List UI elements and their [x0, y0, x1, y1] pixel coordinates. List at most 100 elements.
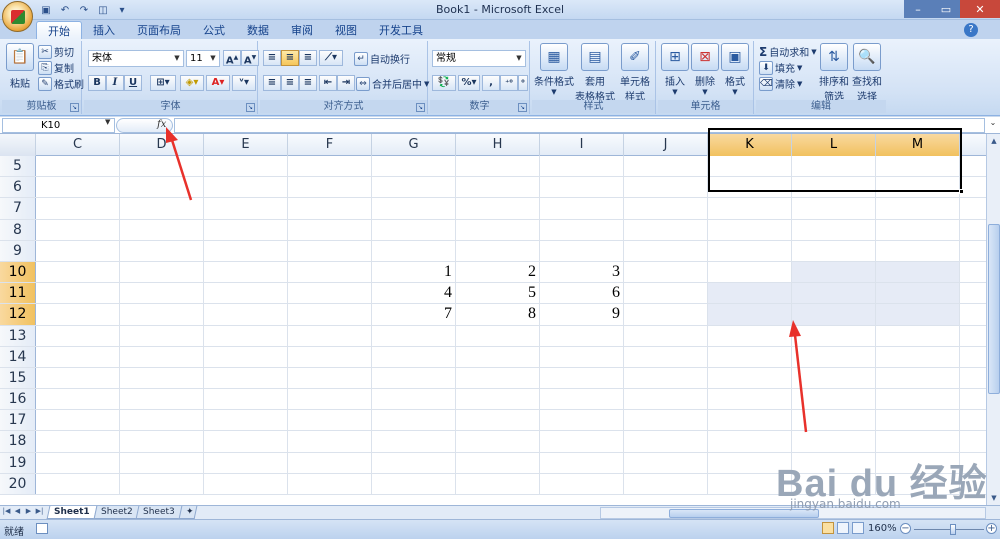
- cell-d20[interactable]: [120, 473, 204, 494]
- cell-j7[interactable]: [624, 198, 708, 219]
- cell-j16[interactable]: [624, 389, 708, 410]
- row-header-8[interactable]: 8: [0, 219, 36, 240]
- merge-center-button[interactable]: ⇔ 合并后居中 ▼: [356, 76, 429, 91]
- autosum-button[interactable]: Σ 自动求和 ▼: [759, 44, 817, 60]
- cell-m14[interactable]: [876, 346, 960, 367]
- row-header-20[interactable]: 20: [0, 473, 36, 494]
- cell-k9[interactable]: [708, 240, 792, 261]
- find-select-button[interactable]: 🔍 查找和 选择: [851, 43, 883, 103]
- sheet-tab-sheet3[interactable]: Sheet3: [136, 506, 183, 519]
- cell-f6[interactable]: [288, 177, 372, 198]
- cell-l15[interactable]: [792, 367, 876, 389]
- cell-m11[interactable]: [876, 283, 960, 304]
- cell-i10[interactable]: 3: [540, 261, 624, 283]
- column-header-d[interactable]: D: [120, 134, 204, 156]
- cell-l16[interactable]: [792, 389, 876, 410]
- cell-l10[interactable]: [792, 261, 876, 283]
- page-layout-view-icon[interactable]: [837, 522, 849, 534]
- cell-m13[interactable]: [876, 325, 960, 346]
- cell-f8[interactable]: [288, 219, 372, 240]
- cell-i16[interactable]: [540, 389, 624, 410]
- clipboard-launcher-icon[interactable]: ↘: [70, 103, 79, 112]
- cell-e10[interactable]: [204, 261, 288, 283]
- cell-f16[interactable]: [288, 389, 372, 410]
- zoom-slider-track[interactable]: [914, 529, 984, 530]
- cell-g18[interactable]: [372, 431, 456, 452]
- cell-h8[interactable]: [456, 219, 540, 240]
- column-header-h[interactable]: H: [456, 134, 540, 156]
- format-cells-button[interactable]: ▣ 格式 ▼: [720, 43, 750, 96]
- cell-d16[interactable]: [120, 389, 204, 410]
- maximize-button[interactable]: ▭: [932, 0, 960, 18]
- cell-i18[interactable]: [540, 431, 624, 452]
- cell-i5[interactable]: [540, 156, 624, 177]
- cut-button[interactable]: ✂ 剪切: [38, 44, 74, 59]
- cell-g10[interactable]: 1: [372, 261, 456, 283]
- insert-cells-button[interactable]: ⊞ 插入 ▼: [660, 43, 690, 96]
- delete-cells-button[interactable]: ⊠ 删除 ▼: [690, 43, 720, 96]
- cell-h5[interactable]: [456, 156, 540, 177]
- cell-k7[interactable]: [708, 198, 792, 219]
- scroll-up-icon[interactable]: ▲: [987, 134, 1000, 148]
- cell-l17[interactable]: [792, 410, 876, 431]
- phonetic-button[interactable]: ᵛ▾: [232, 75, 256, 91]
- cell-h12[interactable]: 8: [456, 304, 540, 325]
- tab-data[interactable]: 数据: [236, 21, 280, 40]
- cell-f7[interactable]: [288, 198, 372, 219]
- alignment-launcher-icon[interactable]: ↘: [416, 103, 425, 112]
- cell-i9[interactable]: [540, 240, 624, 261]
- cell-h19[interactable]: [456, 452, 540, 473]
- cell-f15[interactable]: [288, 367, 372, 389]
- column-header-c[interactable]: C: [36, 134, 120, 156]
- decrease-indent-button[interactable]: ⇤: [319, 75, 337, 91]
- cell-i7[interactable]: [540, 198, 624, 219]
- cell-j5[interactable]: [624, 156, 708, 177]
- cell-h20[interactable]: [456, 473, 540, 494]
- cell-k16[interactable]: [708, 389, 792, 410]
- cell-l8[interactable]: [792, 219, 876, 240]
- cell-i12[interactable]: 9: [540, 304, 624, 325]
- cell-c18[interactable]: [36, 431, 120, 452]
- cell-k11[interactable]: [708, 283, 792, 304]
- cell-e8[interactable]: [204, 219, 288, 240]
- cell-f14[interactable]: [288, 346, 372, 367]
- tab-insert[interactable]: 插入: [82, 21, 126, 40]
- grow-font-button[interactable]: A▲: [223, 50, 241, 66]
- cell-k17[interactable]: [708, 410, 792, 431]
- cell-g6[interactable]: [372, 177, 456, 198]
- cell-l11[interactable]: [792, 283, 876, 304]
- cell-m10[interactable]: [876, 261, 960, 283]
- tab-home[interactable]: 开始: [36, 21, 82, 40]
- cell-m18[interactable]: [876, 431, 960, 452]
- cell-g15[interactable]: [372, 367, 456, 389]
- format-painter-button[interactable]: ✎ 格式刷: [38, 76, 84, 91]
- cell-d9[interactable]: [120, 240, 204, 261]
- name-box[interactable]: K10: [2, 118, 115, 133]
- cell-c10[interactable]: [36, 261, 120, 283]
- row-header-18[interactable]: 18: [0, 431, 36, 452]
- increase-decimal-button[interactable]: ⁺⁰: [500, 75, 518, 91]
- cell-e20[interactable]: [204, 473, 288, 494]
- normal-view-icon[interactable]: [822, 522, 834, 534]
- cell-d13[interactable]: [120, 325, 204, 346]
- copy-button[interactable]: ⎘ 复制: [38, 60, 74, 75]
- cell-c9[interactable]: [36, 240, 120, 261]
- cell-m7[interactable]: [876, 198, 960, 219]
- cell-g19[interactable]: [372, 452, 456, 473]
- align-bottom-button[interactable]: ≡: [299, 50, 317, 66]
- cell-h9[interactable]: [456, 240, 540, 261]
- cell-d14[interactable]: [120, 346, 204, 367]
- cell-k15[interactable]: [708, 367, 792, 389]
- cell-f17[interactable]: [288, 410, 372, 431]
- help-icon[interactable]: ?: [964, 23, 978, 37]
- cell-h13[interactable]: [456, 325, 540, 346]
- decrease-decimal-button[interactable]: ⁰: [518, 75, 528, 91]
- wrap-text-button[interactable]: ↵ 自动换行: [354, 51, 410, 66]
- cell-i14[interactable]: [540, 346, 624, 367]
- cell-g13[interactable]: [372, 325, 456, 346]
- cell-l7[interactable]: [792, 198, 876, 219]
- cell-f19[interactable]: [288, 452, 372, 473]
- cell-c8[interactable]: [36, 219, 120, 240]
- row-header-19[interactable]: 19: [0, 452, 36, 473]
- cell-c7[interactable]: [36, 198, 120, 219]
